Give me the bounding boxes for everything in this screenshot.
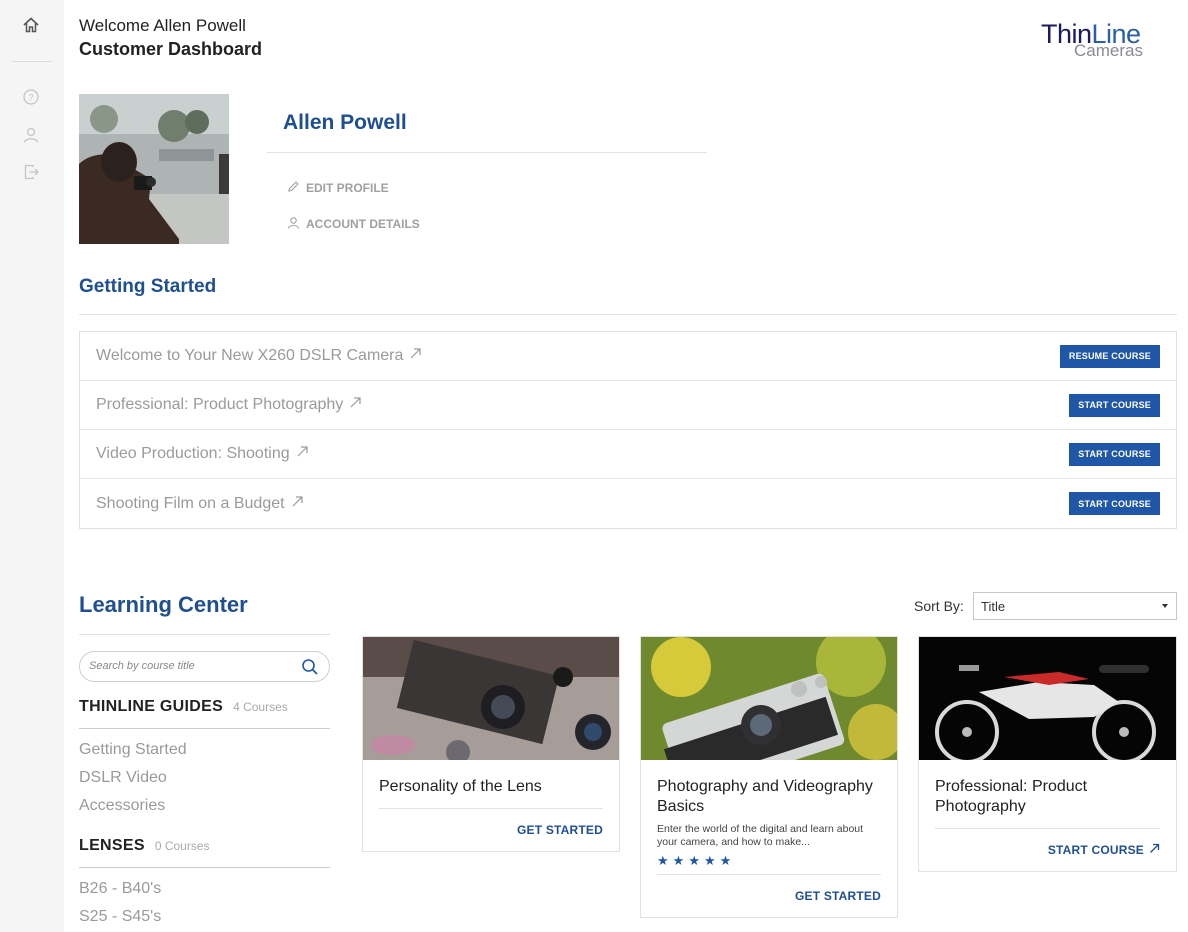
star-icon: ★ xyxy=(672,853,685,868)
page-title: Customer Dashboard xyxy=(79,39,263,59)
pencil-icon xyxy=(287,180,300,196)
course-title: Professional: Product Photography xyxy=(96,396,344,413)
card-divider xyxy=(379,808,603,809)
card-description: Enter the world of the digital and learn… xyxy=(657,823,864,848)
category-divider xyxy=(79,728,330,729)
avatar xyxy=(79,94,229,244)
course-title: Welcome to Your New X260 DSLR Camera xyxy=(96,347,404,364)
category-header[interactable]: LENSES 0 Courses xyxy=(79,837,210,855)
course-thumbnail xyxy=(363,637,619,760)
svg-text:?: ? xyxy=(28,93,33,103)
caret-down-icon xyxy=(1162,604,1168,608)
start-course-button[interactable]: START COURSE xyxy=(1069,492,1160,515)
get-started-link[interactable]: GET STARTED xyxy=(517,823,603,837)
learning-center-title: Learning Center xyxy=(79,592,248,617)
card-divider xyxy=(935,828,1160,829)
logout-icon[interactable] xyxy=(20,161,42,183)
learning-center-divider xyxy=(79,634,330,635)
course-row: Welcome to Your New X260 DSLR Camera RES… xyxy=(80,332,1176,381)
category-title: THINLINE GUIDES xyxy=(79,698,224,715)
getting-started-title: Getting Started xyxy=(79,276,217,297)
course-card[interactable]: Professional: Product Photography START … xyxy=(918,636,1177,872)
brand-logo[interactable]: ThinLine Cameras xyxy=(1038,20,1168,62)
getting-started-table: Welcome to Your New X260 DSLR Camera RES… xyxy=(79,331,1177,529)
edit-profile-label: EDIT PROFILE xyxy=(306,181,389,195)
sidebar: ? xyxy=(0,0,64,932)
card-title: Personality of the Lens xyxy=(379,778,542,795)
star-icon: ★ xyxy=(657,853,669,868)
category-count: 0 Courses xyxy=(154,839,210,853)
sidebar-divider xyxy=(12,61,52,62)
account-details-label: ACCOUNT DETAILS xyxy=(306,217,420,231)
user-icon xyxy=(287,216,300,232)
external-link-icon xyxy=(296,445,309,463)
card-action-label: GET STARTED xyxy=(795,889,881,903)
start-course-link[interactable]: START COURSE xyxy=(1048,843,1160,857)
rating-stars: ★ ★ ★ ★ ★ xyxy=(657,854,731,867)
sort-select[interactable]: Title xyxy=(973,592,1177,620)
account-details-link[interactable]: ACCOUNT DETAILS xyxy=(287,216,420,232)
card-title: Photography and Videography Basics xyxy=(657,778,873,815)
category-divider xyxy=(79,867,330,868)
course-thumbnail xyxy=(641,637,897,760)
category-item[interactable]: DSLR Video xyxy=(79,769,167,787)
course-title: Video Production: Shooting xyxy=(96,445,290,462)
star-icon: ★ xyxy=(688,853,700,868)
card-title: Professional: Product Photography xyxy=(935,778,1088,815)
start-course-button[interactable]: START COURSE xyxy=(1069,393,1160,417)
logo-subtitle: Cameras xyxy=(1074,41,1143,60)
profile-name: Allen Powell xyxy=(283,111,407,134)
external-link-icon xyxy=(409,347,422,365)
course-title: Shooting Film on a Budget xyxy=(96,494,285,512)
course-thumbnail xyxy=(919,637,1176,760)
course-title-link[interactable]: Video Production: Shooting xyxy=(96,445,309,463)
help-icon[interactable]: ? xyxy=(20,86,42,108)
card-divider xyxy=(657,874,881,875)
external-link-icon xyxy=(1149,843,1160,857)
home-icon[interactable] xyxy=(20,14,42,36)
category-item[interactable]: S25 - S45's xyxy=(79,908,161,926)
card-action-label: GET STARTED xyxy=(517,823,603,837)
welcome-text: Welcome Allen Powell xyxy=(79,16,246,35)
category-item[interactable]: Accessories xyxy=(79,797,165,815)
search-placeholder: Search by course title xyxy=(89,660,195,672)
course-card[interactable]: Photography and Videography Basics Enter… xyxy=(640,636,898,918)
category-title: LENSES xyxy=(79,837,145,854)
search-icon[interactable] xyxy=(301,658,319,676)
category-header[interactable]: THINLINE GUIDES 4 Courses xyxy=(79,698,288,716)
section-divider xyxy=(79,314,1177,315)
course-card[interactable]: Personality of the Lens GET STARTED xyxy=(362,636,620,852)
resume-course-button[interactable]: RESUME COURSE xyxy=(1059,344,1160,368)
profile-divider xyxy=(267,152,707,153)
category-item[interactable]: Getting Started xyxy=(79,741,187,759)
user-icon[interactable] xyxy=(20,124,42,146)
course-title-link[interactable]: Shooting Film on a Budget xyxy=(96,495,304,513)
sort-value: Title xyxy=(981,599,1006,614)
course-row: Professional: Product Photography START … xyxy=(80,381,1176,430)
course-row: Video Production: Shooting START COURSE xyxy=(80,430,1176,479)
star-icon: ★ xyxy=(719,853,732,868)
category-item[interactable]: B26 - B40's xyxy=(79,880,161,898)
course-title-link[interactable]: Professional: Product Photography xyxy=(96,396,362,414)
sort-label: Sort By: xyxy=(914,598,964,614)
external-link-icon xyxy=(291,495,304,513)
course-title-link[interactable]: Welcome to Your New X260 DSLR Camera xyxy=(96,347,422,365)
edit-profile-link[interactable]: EDIT PROFILE xyxy=(287,180,389,196)
category-count: 4 Courses xyxy=(233,700,288,714)
star-icon: ★ xyxy=(703,853,716,868)
get-started-link[interactable]: GET STARTED xyxy=(795,889,881,903)
course-search-input[interactable]: Search by course title xyxy=(79,651,330,682)
course-row: Shooting Film on a Budget START COURSE xyxy=(80,479,1176,528)
external-link-icon xyxy=(349,396,362,414)
start-course-button[interactable]: START COURSE xyxy=(1069,442,1160,466)
card-action-label: START COURSE xyxy=(1047,843,1144,857)
